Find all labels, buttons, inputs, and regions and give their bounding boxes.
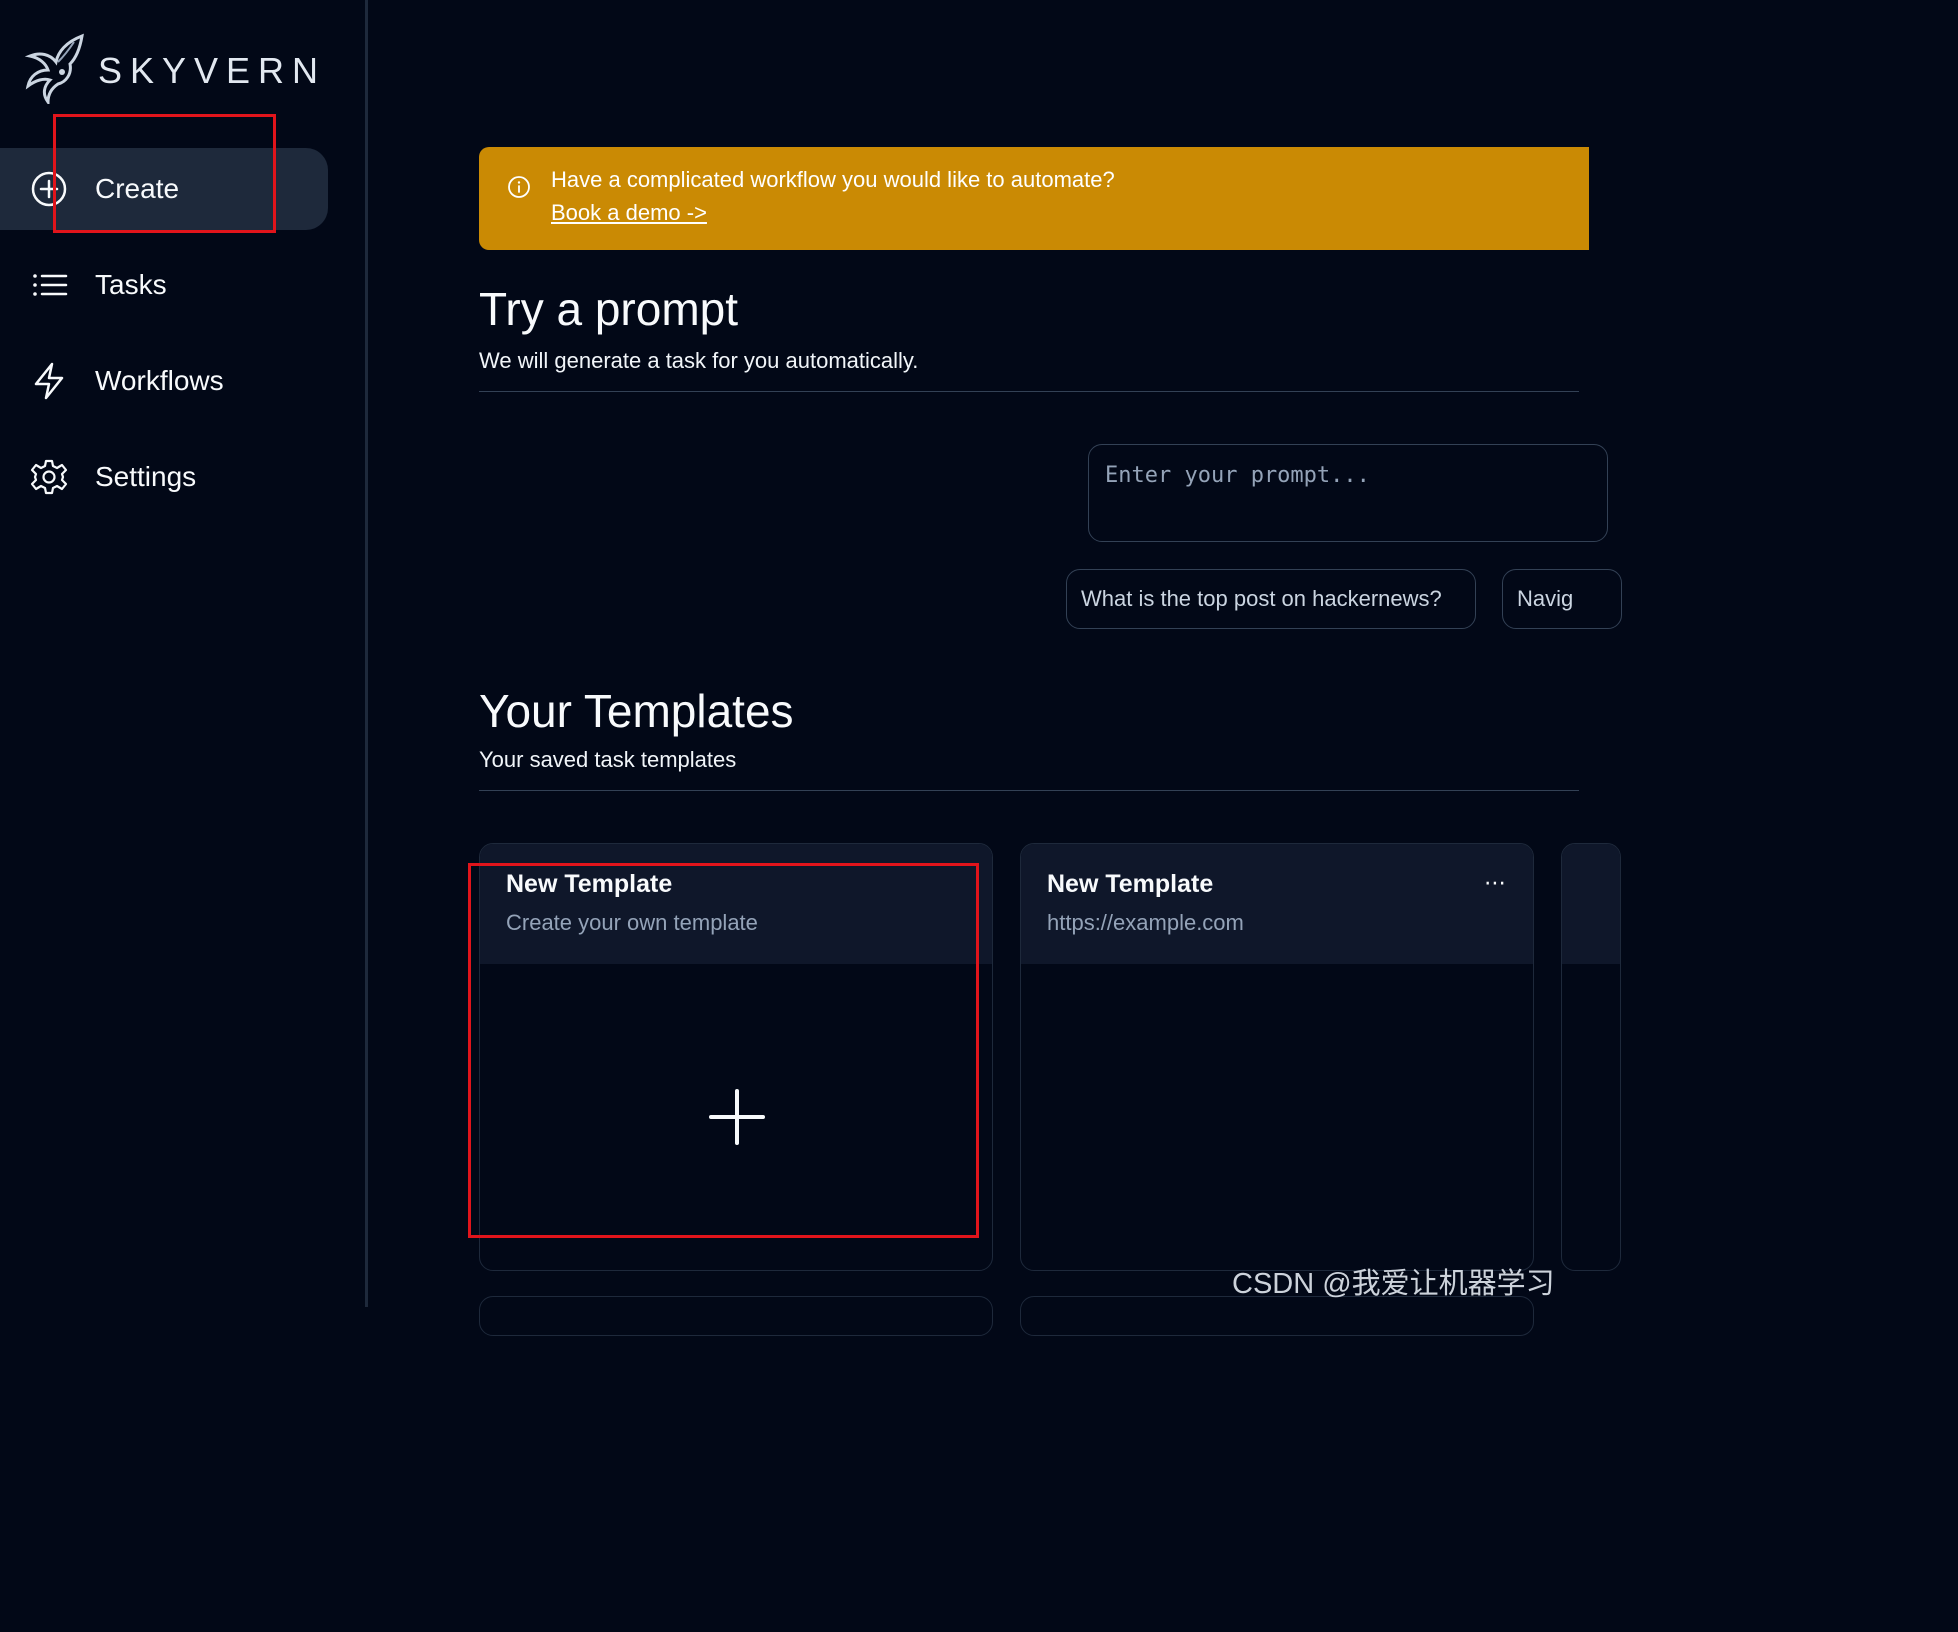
card-description: https://example.com (1047, 910, 1244, 935)
watermark: CSDN @我爱让机器学习 (1232, 1268, 1555, 1300)
skyvern-logo[interactable]: SKYVERN (22, 32, 342, 108)
card-header: New Template Create your own template (480, 844, 992, 964)
dragon-logo-icon (24, 33, 84, 104)
sidebar-item-label: Workflows (95, 365, 224, 396)
templates-section-subtitle: Your saved task templates (479, 747, 737, 772)
sidebar-item-create[interactable]: Create (0, 148, 328, 230)
plus-icon (709, 1089, 765, 1145)
divider (479, 790, 1579, 791)
suggestion-chip-hackernews[interactable]: What is the top post on hackernews? (1066, 569, 1476, 629)
card-description: Create your own template (506, 910, 758, 935)
sidebar-item-label: Create (95, 173, 180, 204)
card-header (1562, 844, 1620, 964)
prompt-section-title: Try a prompt (479, 283, 739, 335)
sidebar-item-settings[interactable]: Settings (0, 436, 328, 518)
banner-message: Have a complicated workflow you would li… (551, 167, 1115, 192)
suggestion-chip-navigate[interactable]: Navig (1502, 569, 1622, 629)
prompt-section-subtitle: We will generate a task for you automati… (479, 348, 919, 373)
templates-section-title: Your Templates (479, 685, 794, 737)
card-header: New Template https://example.com ⋯ (1021, 844, 1533, 964)
template-card-example[interactable]: New Template https://example.com ⋯ (1020, 843, 1534, 1271)
template-card-partial[interactable] (1561, 843, 1621, 1271)
more-options-icon[interactable]: ⋯ (1484, 870, 1507, 896)
book-demo-link[interactable]: Book a demo -> (551, 200, 707, 226)
gear-icon (30, 459, 68, 495)
template-card-next-row[interactable] (479, 1296, 993, 1336)
demo-banner: Have a complicated workflow you would li… (479, 147, 1589, 250)
divider (479, 391, 1579, 392)
info-icon (508, 176, 530, 198)
sidebar-item-label: Settings (95, 461, 197, 492)
sidebar: SKYVERN Create Tasks Workflows Settings (0, 0, 368, 1307)
sidebar-item-tasks[interactable]: Tasks (0, 244, 328, 326)
card-title: New Template (1047, 870, 1214, 898)
template-card-next-row[interactable] (1020, 1296, 1534, 1336)
sidebar-item-workflows[interactable]: Workflows (0, 340, 328, 422)
new-template-card[interactable]: New Template Create your own template (479, 843, 993, 1271)
app-name: SKYVERN (98, 50, 327, 91)
plus-circle-icon (31, 171, 67, 207)
sidebar-item-label: Tasks (95, 269, 167, 300)
lightning-icon (34, 362, 64, 400)
list-icon (33, 274, 68, 296)
prompt-input[interactable] (1088, 444, 1608, 542)
card-title: New Template (506, 870, 673, 898)
